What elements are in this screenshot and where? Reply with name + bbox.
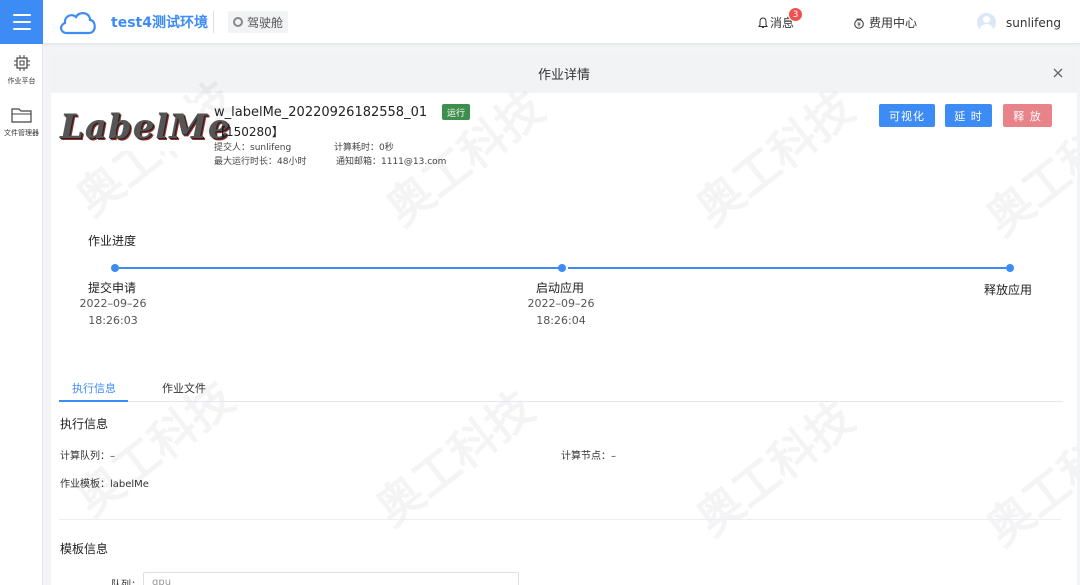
money-bag-icon xyxy=(854,18,864,29)
logo-text: LabelMe xyxy=(60,107,231,147)
bell-icon xyxy=(758,16,768,28)
release-button[interactable]: 释 放 xyxy=(1003,104,1052,127)
progress-line xyxy=(568,267,1006,269)
panel-header: 作业详情 xyxy=(51,53,1077,93)
compute-queue: 计算队列：– xyxy=(60,451,115,462)
step-label: 启动应用 xyxy=(536,281,585,295)
dashboard-icon xyxy=(233,17,243,27)
extend-button[interactable]: 延 时 xyxy=(945,104,992,127)
step-date: 2022–09–26 xyxy=(79,297,147,310)
sidebar-item-label: 文件管理器 xyxy=(4,129,39,137)
step-date: 2022–09–26 xyxy=(527,297,595,310)
panel-title: 作业详情 xyxy=(537,67,590,83)
watermark: 奥工科技 xyxy=(970,393,1077,558)
submitter: 提交人：sunlifeng xyxy=(214,143,292,153)
visualize-button[interactable]: 可视化 xyxy=(879,104,935,127)
compute-node: 计算节点：– xyxy=(561,451,616,462)
menu-toggle-button[interactable] xyxy=(0,0,43,44)
queue-field-label: 队列： xyxy=(111,576,141,585)
job-id: 【150280】 xyxy=(214,125,284,139)
detail-tabs: 执行信息 作业文件 xyxy=(59,376,1063,402)
watermark: 奥工科技 xyxy=(680,383,866,548)
fee-center-button[interactable]: 费用中心 xyxy=(853,14,917,31)
user-menu[interactable]: sunlifeng xyxy=(977,13,1061,32)
progress-step-dot xyxy=(558,264,566,272)
exec-info-title: 执行信息 xyxy=(60,417,109,431)
sidebar-item-job-platform[interactable]: 作业平台 xyxy=(0,54,43,86)
notify-email: 通知邮箱：1111@13.com xyxy=(336,157,447,167)
cockpit-button[interactable]: 驾驶舱 xyxy=(228,11,289,33)
job-detail-panel: 作业详情 奥工科技 奥工科技 奥工科技 奥工科技 奥工科技 奥工科技 奥工科技 … xyxy=(51,53,1077,585)
message-count-badge: 3 xyxy=(788,7,803,22)
sidebar: 作业平台 文件管理器 xyxy=(0,44,43,585)
title-divider xyxy=(213,11,214,33)
status-badge: 运行 xyxy=(442,104,471,120)
max-runtime: 最大运行时长：48小时 xyxy=(214,157,307,167)
job-template: 作业模板：labelMe xyxy=(60,479,149,490)
compute-time: 计算耗时：0秒 xyxy=(334,143,394,153)
section-divider xyxy=(59,519,1061,520)
cloud-logo-icon xyxy=(60,12,96,35)
step-time: 18:26:03 xyxy=(88,314,138,327)
step-label: 释放应用 xyxy=(984,283,1033,297)
folder-icon xyxy=(10,108,32,123)
sidebar-item-label: 作业平台 xyxy=(7,77,36,85)
active-tab-indicator xyxy=(59,400,128,402)
progress-title: 作业进度 xyxy=(88,234,137,248)
fee-center-label: 费用中心 xyxy=(869,16,918,30)
app-title: test4测试环境 xyxy=(111,15,208,31)
template-info-title: 模板信息 xyxy=(60,542,109,556)
tab-job-files[interactable]: 作业文件 xyxy=(162,380,206,396)
sidebar-item-file-manager[interactable]: 文件管理器 xyxy=(0,106,43,138)
username: sunlifeng xyxy=(1006,15,1061,30)
progress-step-dot xyxy=(111,264,119,272)
top-bar: test4测试环境 驾驶舱 消息 3 费用中心 sunlifeng xyxy=(0,0,1080,44)
queue-field[interactable]: gpu xyxy=(143,572,519,585)
chip-icon xyxy=(13,55,30,71)
job-name: w_labelMe_20220926182558_01 xyxy=(214,105,428,120)
progress-line xyxy=(119,267,559,269)
watermark: 奥工科技 xyxy=(680,73,866,238)
progress-step-dot xyxy=(1006,264,1014,272)
close-icon[interactable] xyxy=(1051,66,1065,80)
step-label: 提交申请 xyxy=(88,281,137,295)
cockpit-label: 驾驶舱 xyxy=(247,15,284,30)
menu-icon xyxy=(12,14,31,16)
tab-exec-info[interactable]: 执行信息 xyxy=(72,380,116,396)
step-time: 18:26:04 xyxy=(536,314,586,327)
avatar xyxy=(977,13,996,32)
job-app-logo: LabelMe xyxy=(60,103,230,151)
